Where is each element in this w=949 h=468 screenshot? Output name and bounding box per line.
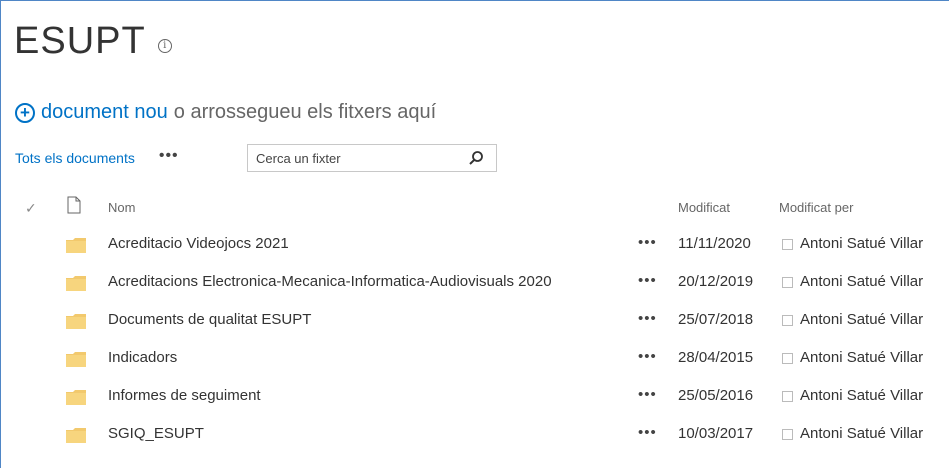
list-item[interactable]: SGIQ_ESUPT ••• 10/03/2017 Antoni Satué V… [1,415,949,453]
item-modified-by[interactable]: Antoni Satué Villar [800,425,923,442]
title-row: ESUPT i [14,17,172,65]
search-box [247,144,497,172]
item-modified-date: 11/11/2020 [678,235,751,252]
drag-files-hint: o arrossegueu els fitxers aquí [173,101,437,123]
new-document-row: + document nou o arrossegueu els fitxers… [15,101,436,124]
info-icon[interactable]: i [157,39,172,53]
view-all-documents[interactable]: Tots els documents [15,150,135,166]
list-item[interactable]: Acreditacions Electronica-Mecanica-Infor… [1,263,949,301]
item-more-button[interactable]: ••• [638,386,657,403]
item-modified-by[interactable]: Antoni Satué Villar [800,387,923,404]
list-item[interactable]: Informes de seguiment ••• 25/05/2016 Ant… [1,377,949,415]
presence-icon [782,277,793,288]
folder-icon [66,352,86,367]
folder-icon [66,428,86,443]
plus-circle-icon[interactable]: + [15,102,35,123]
column-header-modified-by[interactable]: Modificat per [779,200,853,215]
column-header-name[interactable]: Nom [108,200,135,215]
search-input[interactable] [248,146,466,170]
item-more-button[interactable]: ••• [638,234,657,251]
item-modified-by[interactable]: Antoni Satué Villar [800,349,923,366]
presence-icon [782,429,793,440]
item-modified-by[interactable]: Antoni Satué Villar [800,235,923,252]
presence-icon [782,353,793,364]
column-header-modified[interactable]: Modificat [678,200,730,215]
item-modified-by[interactable]: Antoni Satué Villar [800,311,923,328]
page-frame: ESUPT i + document nou o arrossegueu els… [0,0,949,468]
new-document-link[interactable]: document nou [41,101,168,124]
folder-icon [66,238,86,253]
list-item[interactable]: Indicadors ••• 28/04/2015 Antoni Satué V… [1,339,949,377]
item-more-button[interactable]: ••• [638,310,657,327]
presence-icon [782,391,793,402]
folder-icon [66,314,86,329]
list-item[interactable]: Acreditacio Videojocs 2021 ••• 11/11/202… [1,225,949,263]
list-header: ✓ Nom Modificat Modificat per [1,191,949,225]
folder-icon [66,276,86,291]
folder-icon [66,390,86,405]
list-item[interactable]: Documents de qualitat ESUPT ••• 25/07/20… [1,301,949,339]
select-all-check-icon[interactable]: ✓ [25,200,37,217]
item-modified-date: 25/07/2018 [678,311,754,328]
view-toolbar: Tots els documents ••• [15,144,497,172]
view-more-options[interactable]: ••• [159,147,179,165]
item-more-button[interactable]: ••• [638,348,657,365]
page-title: ESUPT [14,20,146,62]
item-modified-date: 20/12/2019 [678,273,754,290]
item-name-link[interactable]: SGIQ_ESUPT [108,425,204,442]
item-more-button[interactable]: ••• [638,424,657,441]
item-more-button[interactable]: ••• [638,272,657,289]
presence-icon [782,315,793,326]
item-name-link[interactable]: Indicadors [108,349,177,366]
item-modified-date: 10/03/2017 [678,425,754,442]
item-modified-date: 25/05/2016 [678,387,754,404]
search-icon[interactable] [466,147,488,169]
item-modified-by[interactable]: Antoni Satué Villar [800,273,923,290]
document-icon[interactable] [67,196,81,217]
item-name-link[interactable]: Informes de seguiment [108,387,261,404]
item-name-link[interactable]: Acreditacio Videojocs 2021 [108,235,289,252]
presence-icon [782,239,793,250]
item-name-link[interactable]: Documents de qualitat ESUPT [108,311,311,328]
item-name-link[interactable]: Acreditacions Electronica-Mecanica-Infor… [108,273,552,290]
item-modified-date: 28/04/2015 [678,349,754,366]
